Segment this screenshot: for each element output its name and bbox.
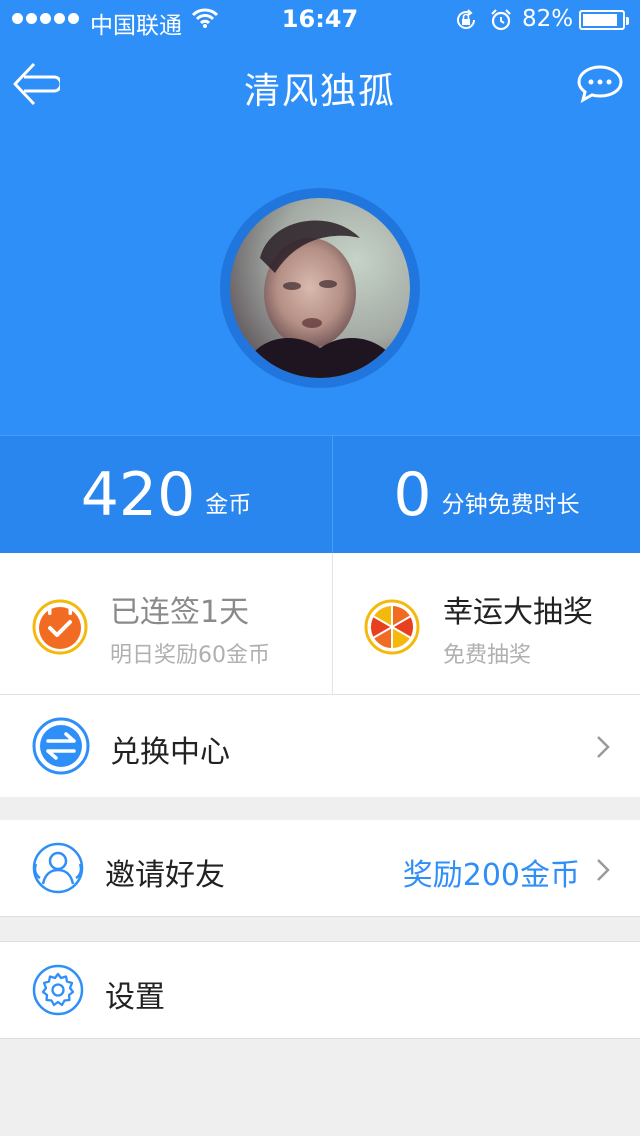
coins-unit: 金币 bbox=[205, 492, 252, 518]
exchange-center-row[interactable]: 兑换中心 bbox=[0, 695, 640, 797]
minutes-value: 0 bbox=[393, 460, 432, 530]
stats-bar: 420 金币 0 分钟免费时长 bbox=[0, 435, 640, 554]
lock-rotation-icon bbox=[457, 9, 475, 29]
invite-friends-row[interactable]: 邀请好友 奖励200金币 bbox=[0, 820, 640, 917]
minutes-unit: 分钟免费时长 bbox=[441, 492, 580, 518]
checkin-calendar-icon bbox=[32, 599, 88, 655]
checkin-title: 已连签1天 bbox=[110, 595, 250, 630]
lottery-title: 幸运大抽奖 bbox=[443, 595, 593, 630]
settings-row[interactable]: 设置 bbox=[0, 941, 640, 1039]
chevron-right-icon bbox=[597, 859, 610, 881]
alarm-icon bbox=[491, 9, 511, 31]
coins-value: 420 bbox=[80, 460, 196, 530]
invite-friends-icon bbox=[32, 842, 84, 894]
battery-percentage: 82% bbox=[522, 6, 574, 32]
message-icon[interactable] bbox=[576, 64, 624, 104]
battery-icon bbox=[579, 10, 629, 30]
status-bar: 中国联通 16:47 82% bbox=[0, 0, 640, 40]
settings-label: 设置 bbox=[105, 980, 165, 1015]
invite-label: 邀请好友 bbox=[105, 858, 225, 893]
coins-stat[interactable]: 420 金币 bbox=[0, 436, 332, 554]
free-minutes-stat[interactable]: 0 分钟免费时长 bbox=[333, 436, 640, 554]
invite-reward: 奖励200金币 bbox=[402, 858, 580, 893]
settings-gear-icon bbox=[32, 964, 84, 1016]
avatar[interactable] bbox=[230, 198, 410, 378]
page-title: 清风独孤 bbox=[243, 71, 396, 112]
checkin-subtitle: 明日奖励60金币 bbox=[110, 643, 270, 668]
checkin-cell[interactable]: 已连签1天 明日奖励60金币 bbox=[0, 553, 332, 694]
lottery-cell[interactable]: 幸运大抽奖 免费抽奖 bbox=[333, 553, 640, 694]
exchange-icon bbox=[32, 717, 90, 775]
lottery-wheel-icon bbox=[364, 599, 420, 655]
lottery-subtitle: 免费抽奖 bbox=[443, 643, 532, 668]
exchange-label: 兑换中心 bbox=[110, 735, 230, 770]
chevron-right-icon bbox=[597, 736, 610, 758]
checkin-lottery-row: 已连签1天 明日奖励60金币 幸运大抽奖 免费抽奖 bbox=[0, 553, 640, 695]
